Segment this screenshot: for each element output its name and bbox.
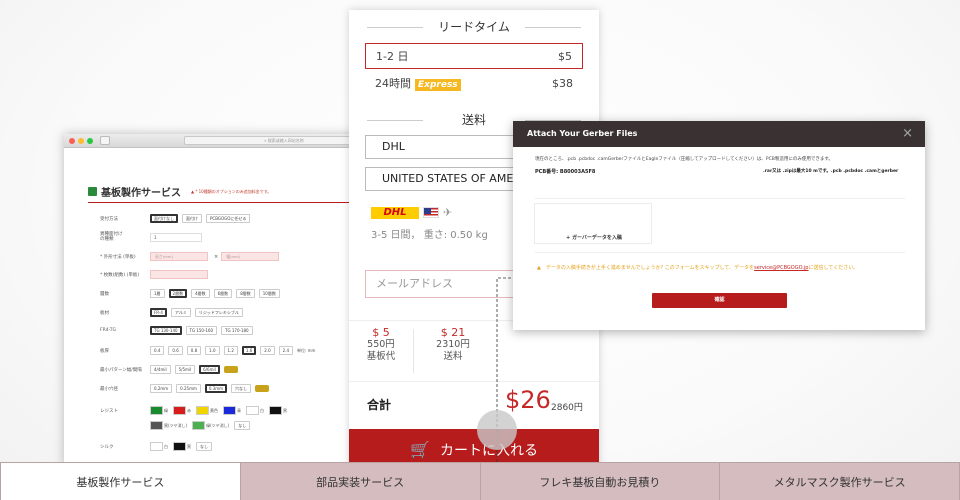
confirm-button[interactable]: 確認 xyxy=(652,293,787,308)
dialog-intro: 現在のところ、.pcb .pcbdoc .camGerberファイルとEagle… xyxy=(535,157,833,162)
upload-help-warning: ▲ データの入稿手続きが上手く進めませんでしょうか? このフォームをスキップして… xyxy=(537,265,909,272)
file-size-note: .rar又は .zipは最大10 mです。.pcb .pcbdoc .camとg… xyxy=(763,169,899,174)
tab-stencil[interactable]: メタルマスク製作サービス xyxy=(720,462,960,500)
dialog-header: Attach Your Gerber Files × xyxy=(513,121,925,147)
dialog-divider xyxy=(535,252,905,253)
support-email-link[interactable]: service@PCBGOGO.jp xyxy=(754,265,808,271)
attach-gerber-dialog: Attach Your Gerber Files × 現在のところ、.pcb .… xyxy=(513,121,925,330)
cursor-highlight xyxy=(477,410,517,450)
tab-flex-quote[interactable]: フレキ基板自動お見積り xyxy=(480,462,721,500)
tab-pcb-fabrication[interactable]: 基板製作サービス xyxy=(0,462,241,500)
screenshot-stage: ⌕ 搜索或输入网站名称 基板製作サービス ▲ * 10種類のオプションのみ追加料… xyxy=(0,0,960,500)
dialog-title: Attach Your Gerber Files xyxy=(527,129,638,138)
warning-tail: に送信してください。 xyxy=(808,265,859,271)
pcb-number: PCB番号: B80003A5F8 xyxy=(535,169,596,175)
gerber-dropzone[interactable]: + ガーバーデータを入稿 xyxy=(534,203,652,244)
service-tabs: 基板製作サービス 部品実装サービス フレキ基板自動お見積り メタルマスク製作サー… xyxy=(0,462,960,500)
warning-text: ▲ データの入稿手続きが上手く進めませんでしょうか? このフォームをスキップして… xyxy=(537,265,755,271)
upload-gerber-button[interactable]: + ガーバーデータを入稿 xyxy=(535,234,653,241)
close-icon[interactable]: × xyxy=(902,121,913,147)
tab-assembly[interactable]: 部品実装サービス xyxy=(240,462,481,500)
dialog-divider xyxy=(535,198,905,199)
